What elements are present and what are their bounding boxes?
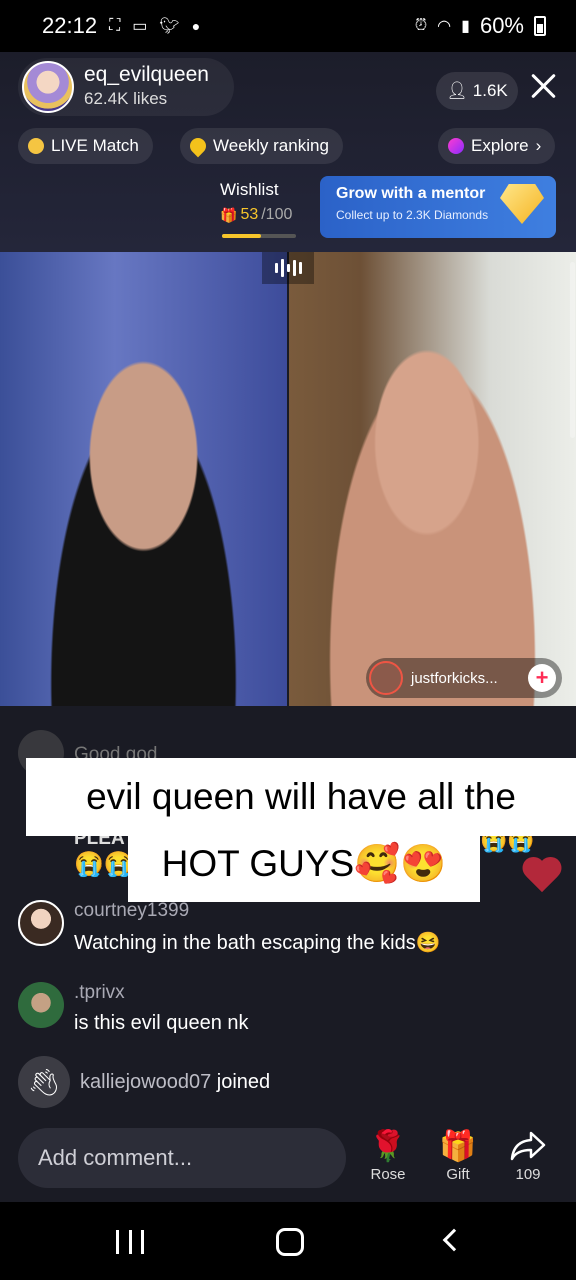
wishlist-total: /100 <box>261 206 293 223</box>
video-divider <box>287 252 289 706</box>
comment-text: is this evil queen nk <box>74 1012 249 1034</box>
guest-video[interactable] <box>289 252 576 706</box>
battery-percent: 60% <box>479 13 524 38</box>
guest-avatar <box>369 661 403 695</box>
weekly-ranking-label: Weekly ranking <box>213 136 329 155</box>
comment-avatar[interactable] <box>18 982 64 1028</box>
host-video[interactable] <box>0 252 287 706</box>
twitter-icon: 🐦︎ <box>159 18 180 35</box>
rose-label: Rose <box>370 1166 406 1183</box>
share-button[interactable]: 109 <box>498 1126 558 1183</box>
host-name: eq_evilqueen <box>84 63 209 86</box>
heart-icon <box>522 858 562 894</box>
guest-name: justforkicks... <box>411 669 498 687</box>
clock: 22:12 <box>42 13 98 38</box>
host-profile[interactable]: eq_evilqueen 62.4K likes <box>18 58 234 116</box>
wave-hand-icon: 👋︎ <box>18 1056 70 1108</box>
comment-username[interactable]: .tprivx <box>74 982 249 1004</box>
joined-username[interactable]: kalliejowood07 <box>80 1071 211 1093</box>
live-match-label: LIVE Match <box>51 136 139 155</box>
alarm-icon: ⏰︎ <box>414 17 428 34</box>
recent-apps-icon[interactable] <box>116 1230 144 1254</box>
wishlist-current: 53 <box>240 206 259 223</box>
close-icon[interactable] <box>526 68 562 104</box>
guest-tag[interactable]: justforkicks... + <box>366 658 562 698</box>
audio-level-icon <box>262 252 314 284</box>
screenshot-icon: ⛶ <box>109 17 121 34</box>
gift-icon: 🎁 <box>439 1129 477 1163</box>
comment-item[interactable]: .tprivx is this evil queen nk <box>18 982 249 1035</box>
live-stream-screen: 22:12 ⛶ ▭ 🐦︎ ● ⏰︎ ◠ ▮ 60% eq_evilqueen 6… <box>0 0 576 1280</box>
gift-button[interactable]: 🎁 Gift <box>428 1126 488 1184</box>
live-header: eq_evilqueen 62.4K likes 👤︎ 1.6K LIVE Ma… <box>0 52 576 252</box>
rose-button[interactable]: 🌹 Rose <box>358 1126 418 1184</box>
explore-icon <box>448 138 464 154</box>
wishlist-widget[interactable]: Wishlist 🎁 53 /100 <box>220 180 300 242</box>
joined-label: joined <box>216 1070 271 1093</box>
wifi-icon: ◠ <box>437 18 452 35</box>
explore-chip[interactable]: Explore › <box>438 128 556 164</box>
live-match-chip[interactable]: LIVE Match <box>18 128 153 164</box>
host-avatar[interactable] <box>22 61 74 113</box>
person-icon: 👤︎ <box>446 81 468 100</box>
comment-text: Watching in the bath escaping the kids😆 <box>74 932 441 954</box>
cast-icon: ▭ <box>132 18 148 35</box>
share-count: 109 <box>515 1166 541 1183</box>
viewer-count-button[interactable]: 👤︎ 1.6K <box>436 72 518 110</box>
comment-username[interactable]: courtney1399 <box>74 900 441 922</box>
wishlist-progress-fill <box>222 234 262 238</box>
follow-plus-icon[interactable]: + <box>528 664 556 692</box>
comment-item[interactable]: courtney1399 Watching in the bath escapi… <box>18 900 441 955</box>
share-icon <box>498 1126 558 1166</box>
wishlist-label: Wishlist <box>220 180 279 199</box>
wishlist-progress <box>222 234 296 238</box>
host-likes: 62.4K likes <box>84 89 168 108</box>
comment-avatar[interactable] <box>18 900 64 946</box>
weekly-ranking-chip[interactable]: Weekly ranking <box>180 128 343 164</box>
gift-label: Gift <box>446 1166 470 1183</box>
caption-line-2: HOT GUYS🥰😍 <box>128 826 480 902</box>
chevron-right-icon: › <box>535 136 542 155</box>
dot-icon: ● <box>191 18 201 34</box>
gift-box-icon: 🎁 <box>220 206 238 223</box>
viewer-count: 1.6K <box>472 81 508 100</box>
signal-icon: ▮ <box>461 18 470 35</box>
flame-icon <box>186 134 210 158</box>
mentor-banner[interactable]: Grow with a mentor Collect up to 2.3K Di… <box>320 176 556 238</box>
joined-notice: 👋︎ kalliejowood07 joined <box>18 1056 270 1108</box>
comment-input[interactable]: Add comment... <box>18 1128 346 1188</box>
emoji-row: 😭😭 <box>74 851 134 878</box>
back-icon[interactable] <box>442 1228 466 1252</box>
status-bar: 22:12 ⛶ ▭ 🐦︎ ● ⏰︎ ◠ ▮ 60% <box>0 0 576 52</box>
bottom-bar: Add comment... 🌹 Rose 🎁 Gift 109 <box>0 1120 576 1202</box>
rose-icon: 🌹 <box>369 1129 407 1163</box>
live-match-icon <box>28 138 44 154</box>
battery-icon <box>534 16 546 36</box>
scrollbar[interactable] <box>570 262 575 438</box>
explore-label: Explore <box>471 136 529 155</box>
system-nav-bar <box>0 1202 576 1280</box>
comment-placeholder: Add comment... <box>38 1145 193 1170</box>
caption-line-1: evil queen will have all the <box>26 758 576 836</box>
home-icon[interactable] <box>276 1228 304 1256</box>
